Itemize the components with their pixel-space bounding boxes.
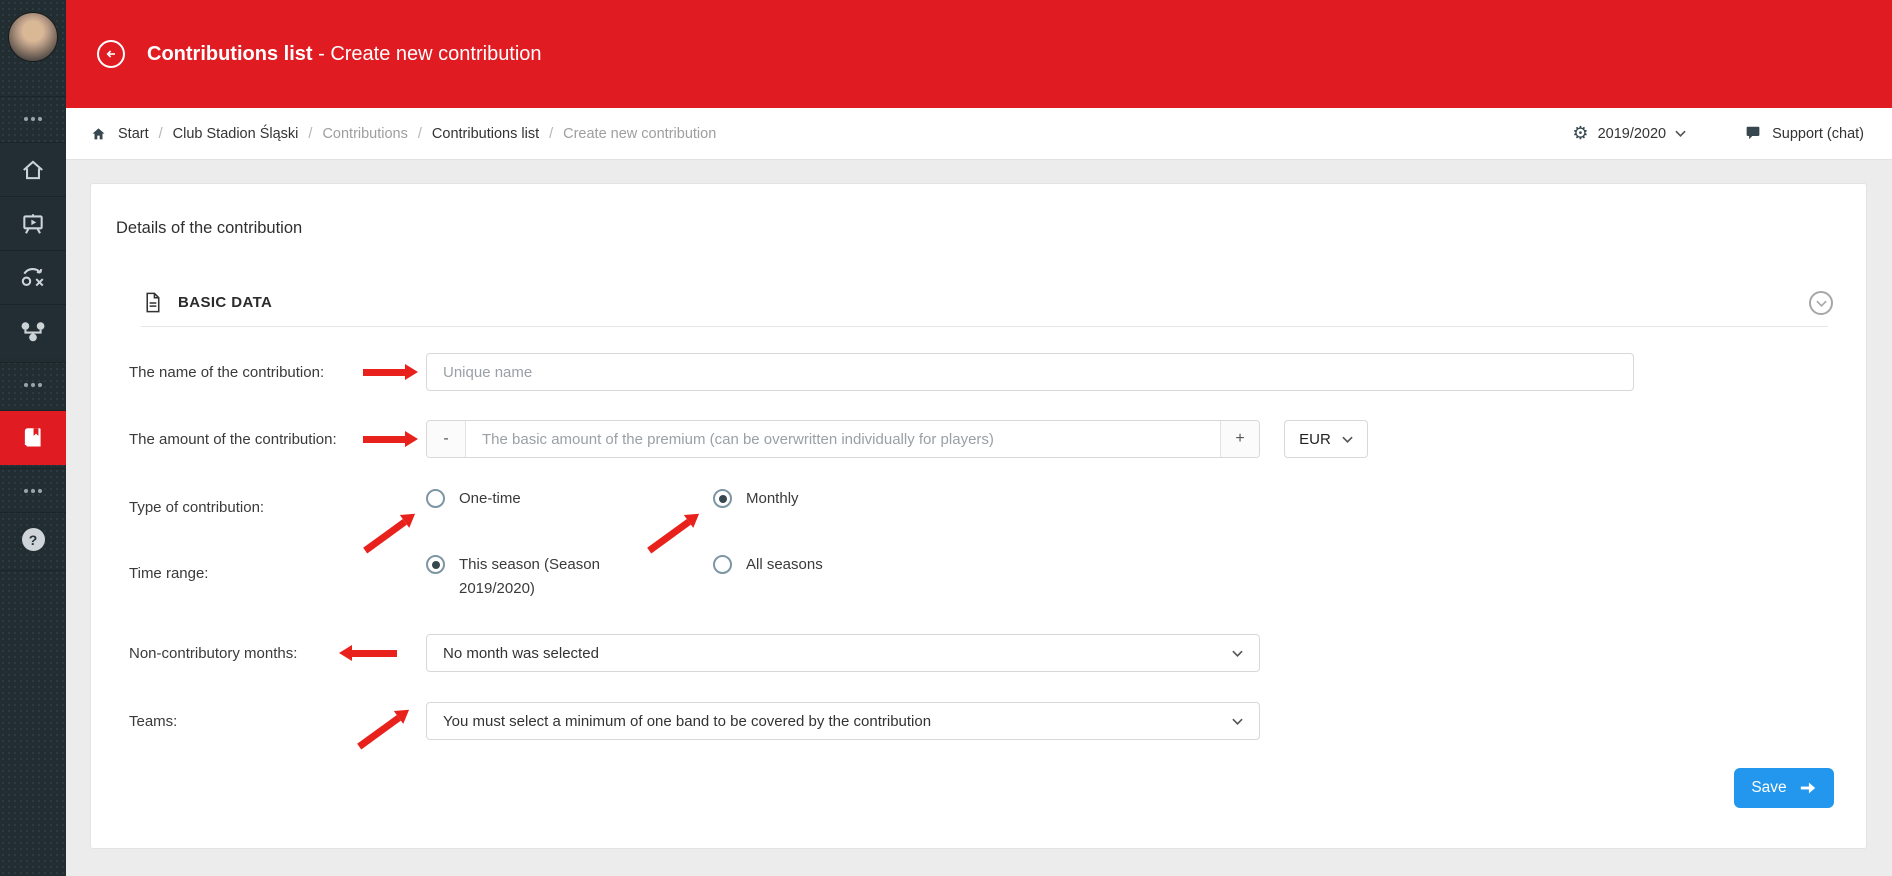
radio-monthly[interactable]	[713, 489, 732, 508]
annotation-arrow-right	[363, 431, 418, 447]
team-structure-icon	[20, 319, 46, 345]
annotation-arrow-left	[339, 645, 397, 661]
contribution-name-input[interactable]	[426, 353, 1634, 391]
currency-value: EUR	[1299, 431, 1331, 448]
section-divider	[141, 326, 1828, 327]
sidebar-item-menu-dots-2[interactable]	[0, 362, 66, 406]
sidebar-item-menu-dots-1[interactable]	[0, 96, 66, 140]
content-area: Details of the contribution BASIC DATA T…	[66, 160, 1892, 876]
breadcrumb-item-contributions[interactable]: Contributions	[322, 126, 407, 142]
app-window: ? Contributions list - Create new contri…	[0, 0, 1892, 876]
breadcrumb-separator: /	[418, 126, 422, 142]
collapse-section-button[interactable]	[1809, 291, 1833, 315]
sidebar-item-tactics[interactable]	[0, 250, 66, 304]
chat-icon	[1744, 125, 1762, 142]
annotation-arrow-diagonal	[644, 507, 704, 556]
currency-select[interactable]: EUR	[1284, 420, 1368, 458]
teams-field-label: Teams:	[129, 713, 177, 730]
name-field-label: The name of the contribution:	[129, 364, 324, 381]
sidebar-item-contributions-active[interactable]	[0, 410, 66, 465]
teams-dropdown[interactable]: You must select a minimum of one band to…	[426, 702, 1260, 740]
back-button[interactable]	[97, 40, 125, 68]
annotation-arrow-diagonal	[360, 507, 420, 556]
annotation-arrow-right	[363, 364, 418, 380]
menu-dots-icon	[24, 489, 42, 493]
gear-icon: ⚙	[1572, 125, 1588, 143]
section-title: BASIC DATA	[178, 294, 272, 311]
breadcrumb-item-create-new: Create new contribution	[563, 126, 716, 142]
time-range-field-label: Time range:	[129, 565, 208, 582]
home-icon[interactable]	[90, 126, 107, 142]
chevron-down-icon	[1342, 436, 1353, 443]
page-header: Contributions list - Create new contribu…	[66, 0, 1892, 108]
chevron-down-icon	[1816, 300, 1827, 307]
menu-dots-icon	[24, 383, 42, 387]
annotation-arrow-diagonal	[354, 703, 414, 752]
radio-this-season[interactable]	[426, 555, 445, 574]
radio-option-monthly[interactable]: Monthly	[713, 489, 799, 508]
radio-one-time[interactable]	[426, 489, 445, 508]
home-icon	[20, 157, 46, 183]
months-dropdown-value: No month was selected	[443, 645, 599, 662]
contributions-book-icon	[20, 425, 46, 451]
amount-field-label: The amount of the contribution:	[129, 431, 337, 448]
breadcrumb-item-club[interactable]: Club Stadion Śląski	[173, 126, 299, 142]
basic-data-section-header: BASIC DATA	[141, 290, 272, 315]
document-icon	[141, 290, 164, 315]
sidebar-item-menu-dots-3[interactable]	[0, 468, 66, 512]
radio-option-all-seasons[interactable]: All seasons	[713, 555, 823, 574]
breadcrumb-bar: Start / Club Stadion Śląski / Contributi…	[66, 108, 1892, 160]
amount-stepper: - +	[426, 420, 1260, 458]
radio-label: All seasons	[746, 555, 823, 573]
page-title-primary: Contributions list	[147, 43, 313, 65]
chevron-down-icon	[1232, 650, 1243, 657]
sidebar-item-home[interactable]	[0, 142, 66, 196]
support-chat-link[interactable]: Support (chat)	[1744, 125, 1864, 142]
radio-all-seasons[interactable]	[713, 555, 732, 574]
chevron-down-icon	[1675, 130, 1686, 137]
breadcrumb-separator: /	[308, 126, 312, 142]
amount-increment-button[interactable]: +	[1220, 421, 1259, 457]
months-field-label: Non-contributory months:	[129, 645, 297, 662]
sidebar-item-training-board[interactable]	[0, 196, 66, 250]
sidebar-divider	[0, 570, 66, 571]
page-title-secondary: - Create new contribution	[318, 43, 541, 65]
months-dropdown[interactable]: No month was selected	[426, 634, 1260, 672]
amount-decrement-button[interactable]: -	[427, 421, 466, 457]
contribution-details-card: Details of the contribution BASIC DATA T…	[90, 183, 1867, 849]
breadcrumb-separator: /	[159, 126, 163, 142]
season-label: 2019/2020	[1598, 126, 1667, 142]
card-title: Details of the contribution	[116, 219, 302, 238]
user-avatar[interactable]	[8, 12, 58, 62]
contribution-amount-input[interactable]	[466, 421, 1220, 457]
radio-option-one-time[interactable]: One-time	[426, 489, 521, 508]
menu-dots-icon	[24, 117, 42, 121]
sidebar-item-team-structure[interactable]	[0, 304, 66, 358]
radio-label: This season (Season 2019/2020)	[459, 552, 617, 601]
sidebar-item-help[interactable]: ?	[0, 512, 66, 566]
sidebar: ?	[0, 0, 66, 876]
radio-label: Monthly	[746, 489, 799, 507]
radio-option-this-season[interactable]: This season (Season 2019/2020)	[426, 555, 617, 601]
tactics-icon	[20, 265, 46, 291]
breadcrumb-right-cluster: ⚙ 2019/2020 Support (chat)	[1572, 125, 1864, 143]
page-title: Contributions list - Create new contribu…	[147, 43, 542, 66]
teams-dropdown-value: You must select a minimum of one band to…	[443, 713, 931, 730]
breadcrumb-item-start[interactable]: Start	[118, 126, 149, 142]
save-button-label: Save	[1751, 779, 1786, 797]
arrow-right-icon	[1799, 781, 1817, 795]
breadcrumb-item-contributions-list[interactable]: Contributions list	[432, 126, 539, 142]
save-button[interactable]: Save	[1734, 768, 1834, 808]
season-selector[interactable]: ⚙ 2019/2020	[1572, 125, 1686, 143]
training-board-icon	[20, 211, 46, 237]
support-label: Support (chat)	[1772, 126, 1864, 142]
chevron-down-icon	[1232, 718, 1243, 725]
help-icon: ?	[22, 528, 45, 551]
breadcrumb-separator: /	[549, 126, 553, 142]
radio-label: One-time	[459, 489, 521, 507]
type-field-label: Type of contribution:	[129, 499, 264, 516]
arrow-left-icon	[103, 46, 119, 62]
